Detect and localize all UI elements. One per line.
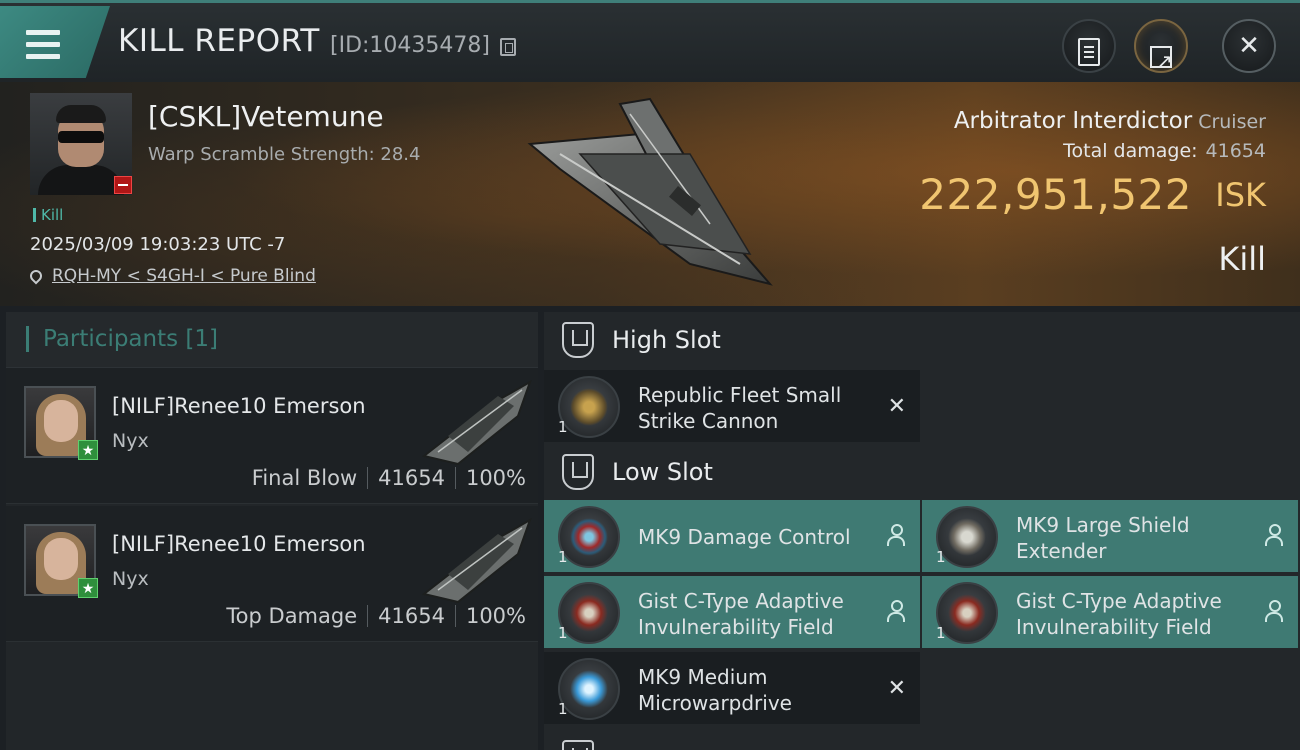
module-item[interactable]: 1 Gist C-Type Adaptive Invulnerability F… [544, 576, 920, 648]
close-icon: ✕ [1238, 31, 1260, 61]
standing-minus-icon [114, 176, 132, 194]
module-qty: 1 [936, 548, 946, 566]
participant-percent: 100% [465, 466, 526, 490]
result-label: Kill [1218, 240, 1266, 278]
participant-damage: 41654 [378, 604, 445, 628]
module-item[interactable]: 1 MK9 Medium Microwarpdrive ✕ [544, 652, 920, 724]
report-id: [ID:10435478] [330, 33, 490, 58]
module-item[interactable]: 1 MK9 Large Shield Extender [922, 500, 1298, 572]
module-name: MK9 Damage Control [638, 525, 851, 549]
victim-panel: [CSKL]Vetemune Warp Scramble Strength: 2… [0, 82, 1300, 306]
participant-ship: Nyx [112, 430, 149, 452]
close-button[interactable]: ✕ [1222, 19, 1276, 73]
share-icon [1150, 36, 1173, 86]
slot-icon [562, 740, 594, 750]
victim-ship[interactable]: Arbitrator Interdictor Cruiser [954, 108, 1266, 134]
share-button[interactable] [1134, 19, 1188, 86]
participants-header: Participants [1] [6, 312, 538, 368]
person-icon [886, 524, 905, 546]
victim-name[interactable]: [CSKL]Vetemune [148, 100, 384, 133]
module-qty: 1 [558, 624, 568, 642]
module-name: Gist C-Type Adaptive Invulnerability Fie… [638, 589, 844, 639]
participant-name: [NILF]Renee10 Emerson [112, 532, 366, 556]
kill-tag: Kill [33, 206, 63, 224]
high-slot-icon [562, 322, 594, 358]
page-title: KILL REPORT [118, 23, 320, 59]
isk-unit: ISK [1215, 176, 1266, 214]
low-slot-header: Low Slot [544, 444, 1300, 500]
ship-name: Arbitrator Interdictor [953, 108, 1193, 134]
participant-row[interactable]: ★ [NILF]Renee10 Emerson Nyx Final Blow 41… [6, 368, 538, 504]
module-item[interactable]: 1 Republic Fleet Small Strike Cannon ✕ [544, 370, 920, 442]
location-link[interactable]: RQH-MY < S4GH-I < Pure Blind [27, 266, 316, 286]
participant-ship-image [421, 517, 532, 604]
star-icon: ★ [78, 440, 98, 460]
copy-icon[interactable] [500, 38, 516, 56]
isk-value: 222,951,522 [919, 170, 1192, 219]
low-slot-icon [562, 454, 594, 490]
person-icon [1264, 600, 1283, 622]
participants-panel: Participants [1] ★ [NILF]Renee10 Emerson… [6, 312, 538, 750]
star-icon: ★ [78, 578, 98, 598]
ship-class: Cruiser [1198, 111, 1266, 133]
victim-ship-image [527, 97, 773, 286]
high-slot-header: High Slot [544, 312, 1300, 368]
person-icon [886, 600, 905, 622]
top-bar: KILL REPORT [ID:10435478] ✕ [0, 0, 1300, 86]
location-pin-icon [27, 267, 45, 285]
total-damage-value: 41654 [1205, 140, 1266, 162]
module-item[interactable]: 1 MK9 Damage Control [544, 500, 920, 572]
module-name: MK9 Medium Microwarpdrive [638, 665, 792, 715]
participant-role: Top Damage [226, 604, 358, 628]
total-damage: Total damage: 41654 [1063, 140, 1266, 162]
participant-row[interactable]: ★ [NILF]Renee10 Emerson Nyx Top Damage 41… [6, 506, 538, 642]
module-name: MK9 Large Shield Extender [1016, 513, 1190, 563]
destroyed-icon: ✕ [887, 676, 906, 701]
destroyed-icon: ✕ [887, 394, 906, 419]
participant-stats: Final Blow 41654 100% [252, 466, 526, 490]
participants-title: Participants [1] [26, 326, 218, 352]
next-slot-header [544, 730, 1300, 750]
fitting-panel: High Slot 1 Republic Fleet Small Strike … [544, 312, 1300, 750]
module-qty: 1 [558, 418, 568, 436]
total-damage-label: Total damage: [1063, 140, 1198, 162]
module-item[interactable]: 1 Gist C-Type Adaptive Invulnerability F… [922, 576, 1298, 648]
module-qty: 1 [558, 548, 568, 566]
participant-ship-image [421, 379, 532, 466]
high-slot-label: High Slot [612, 326, 721, 354]
participant-ship: Nyx [112, 568, 149, 590]
module-qty: 1 [936, 624, 946, 642]
clipboard-icon [1078, 38, 1100, 66]
module-name: Gist C-Type Adaptive Invulnerability Fie… [1016, 589, 1222, 639]
clipboard-button[interactable] [1062, 19, 1116, 73]
low-slot-label: Low Slot [612, 458, 713, 486]
person-icon [1264, 524, 1283, 546]
participant-damage: 41654 [378, 466, 445, 490]
participant-percent: 100% [465, 604, 526, 628]
module-name: Republic Fleet Small Strike Cannon [638, 383, 842, 433]
kill-timestamp: 2025/03/09 19:03:23 UTC -7 [30, 234, 286, 255]
warp-scramble-strength: Warp Scramble Strength: 28.4 [148, 144, 421, 165]
location-text: RQH-MY < S4GH-I < Pure Blind [52, 266, 316, 286]
participant-role: Final Blow [251, 466, 358, 490]
menu-button[interactable] [0, 6, 110, 78]
participant-name: [NILF]Renee10 Emerson [112, 394, 366, 418]
participant-stats: Top Damage 41654 100% [226, 604, 526, 628]
hamburger-icon [26, 30, 60, 66]
module-qty: 1 [558, 700, 568, 718]
